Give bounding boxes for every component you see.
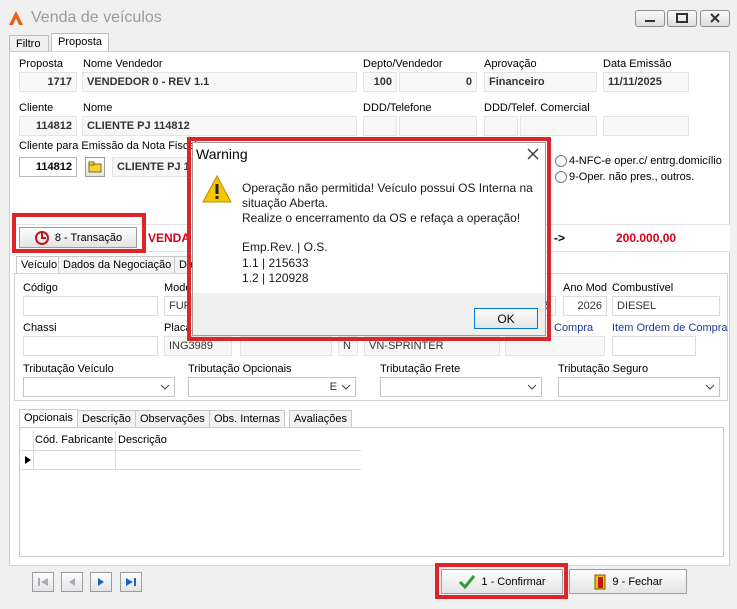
nav-prev-button[interactable] xyxy=(61,572,83,592)
tab-obs-internas[interactable]: Obs. Internas xyxy=(209,410,286,427)
aprovacao-label: Aprovação xyxy=(484,58,537,70)
telefone-comercial-field[interactable] xyxy=(520,116,597,136)
trib-frete-label: Tributação Frete xyxy=(380,363,461,375)
trib-frete-select[interactable] xyxy=(380,377,542,397)
maximize-button[interactable] xyxy=(667,10,697,27)
tab-opcionais[interactable]: Opcionais xyxy=(19,409,78,426)
minimize-button[interactable] xyxy=(635,10,665,27)
tab-descricao[interactable]: Descrição xyxy=(77,410,136,427)
nome-field[interactable]: CLIENTE PJ 114812 xyxy=(82,116,357,136)
tab-dados-negociacao[interactable]: Dados da Negociação xyxy=(58,256,177,273)
radio-oper-nao-pres-label: 9-Oper. não pres., outros. xyxy=(569,171,695,183)
arrow-label: -> xyxy=(554,231,566,245)
grid-indicator-header xyxy=(21,431,34,450)
ddd-comercial-field[interactable] xyxy=(484,116,518,136)
title-bar: Venda de veículos xyxy=(0,0,737,34)
nav-last-button[interactable] xyxy=(120,572,142,592)
nome-label: Nome xyxy=(83,102,113,114)
proposta-label: Proposta xyxy=(19,58,64,70)
fechar-button[interactable]: 9 - Fechar xyxy=(569,569,687,594)
tab-veiculo[interactable]: Veículo xyxy=(16,256,63,273)
chevron-down-icon xyxy=(527,384,537,390)
ano-mod-label: Ano Mod xyxy=(563,282,608,294)
ramal-field[interactable] xyxy=(603,116,689,136)
cliente-nf-field[interactable]: 114812 xyxy=(19,157,77,177)
row-pointer-icon xyxy=(25,456,31,464)
trib-opcionais-select[interactable]: E xyxy=(188,377,356,397)
combustivel-label: Combustível xyxy=(612,282,674,294)
trib-seguro-select[interactable] xyxy=(558,377,720,397)
radio-nfce-domicilio-label: 4-NFC-e oper.c/ entrg.domicílio xyxy=(569,155,722,167)
close-window-button[interactable] xyxy=(700,10,730,27)
trib-opcionais-label: Tributação Opcionais xyxy=(188,363,292,375)
chassi-label: Chassi xyxy=(23,322,57,334)
codigo-field[interactable] xyxy=(23,296,158,316)
vendedor-field[interactable]: VENDEDOR 0 - REV 1.1 xyxy=(82,72,357,92)
highlight-confirmar xyxy=(435,563,568,599)
app-logo-icon xyxy=(9,11,23,25)
grid-col-cod-fabricante: Cód. Fabricante xyxy=(35,434,114,446)
maximize-icon xyxy=(676,13,688,23)
nav-next-button[interactable] xyxy=(90,572,112,592)
minimize-icon xyxy=(645,20,655,22)
close-icon xyxy=(710,13,720,23)
trib-opcionais-value: E xyxy=(329,381,337,393)
depto-field[interactable]: 100 xyxy=(363,72,397,92)
ddd-comercial-label: DDD/Telef. Comercial xyxy=(484,102,590,114)
cliente-nf-name-field[interactable]: CLIENTE PJ 1 xyxy=(112,157,192,177)
cliente-label: Cliente xyxy=(19,102,54,114)
depto-label: Depto/Vendedor xyxy=(363,58,443,70)
grid-col-descricao: Descrição xyxy=(118,434,167,446)
compra-label: Compra xyxy=(554,322,594,334)
item-ordem-field[interactable] xyxy=(612,336,696,356)
ddd-telefone-label: DDD/Telefone xyxy=(363,102,432,114)
trib-veiculo-select[interactable] xyxy=(23,377,175,397)
codigo-label: Código xyxy=(23,282,58,294)
aprovacao-field[interactable]: Financeiro xyxy=(484,72,597,92)
vendedor-code-field[interactable]: 0 xyxy=(399,72,477,92)
grid-row-divider xyxy=(33,451,34,469)
radio-nfce-domicilio[interactable] xyxy=(555,155,567,167)
highlight-dialog xyxy=(187,137,551,341)
skip-first-icon xyxy=(38,578,48,586)
skip-last-icon xyxy=(126,578,136,586)
total-value: 200.000,00 xyxy=(616,231,677,245)
tab-avaliacoes[interactable]: Avaliações xyxy=(289,410,352,427)
fechar-label: 9 - Fechar xyxy=(612,575,663,588)
grid-header: Cód. Fabricante Descrição xyxy=(21,431,361,469)
cliente-nf-lookup-button[interactable] xyxy=(85,157,105,177)
chassi-field[interactable] xyxy=(23,336,158,356)
item-ordem-label: Item Ordem de Compra xyxy=(612,322,728,334)
nav-first-button[interactable] xyxy=(32,572,54,592)
radio-oper-nao-pres[interactable] xyxy=(555,171,567,183)
exit-door-icon xyxy=(594,574,606,589)
data-emissao-label: Data Emissão xyxy=(603,58,672,70)
chevron-down-icon xyxy=(705,384,715,390)
cliente-nf-label: Cliente para Emissão da Nota Fiscal xyxy=(19,140,197,152)
chevron-down-icon xyxy=(341,384,351,390)
lookup-folder-icon xyxy=(88,161,102,173)
data-emissao-field[interactable]: 11/11/2025 xyxy=(603,72,689,92)
trib-veiculo-label: Tributação Veículo xyxy=(23,363,114,375)
tab-proposta[interactable]: Proposta xyxy=(51,33,109,53)
ano-mod-field[interactable]: 2026 xyxy=(563,296,607,316)
tab-observacoes[interactable]: Observações xyxy=(135,410,210,427)
cliente-field[interactable]: 114812 xyxy=(19,116,77,136)
telefone-field[interactable] xyxy=(399,116,477,136)
chevron-down-icon xyxy=(160,384,170,390)
next-icon xyxy=(98,578,104,586)
trib-seguro-label: Tributação Seguro xyxy=(558,363,649,375)
venda-label: VENDA xyxy=(148,231,191,245)
combustivel-field[interactable]: DIESEL xyxy=(612,296,720,316)
window-title: Venda de veículos xyxy=(31,9,162,26)
vendedor-label: Nome Vendedor xyxy=(83,58,163,70)
ddd-field[interactable] xyxy=(363,116,397,136)
highlight-transacao xyxy=(12,213,146,253)
previous-icon xyxy=(69,578,75,586)
table-row[interactable] xyxy=(21,451,361,470)
proposta-field[interactable]: 1717 xyxy=(19,72,77,92)
